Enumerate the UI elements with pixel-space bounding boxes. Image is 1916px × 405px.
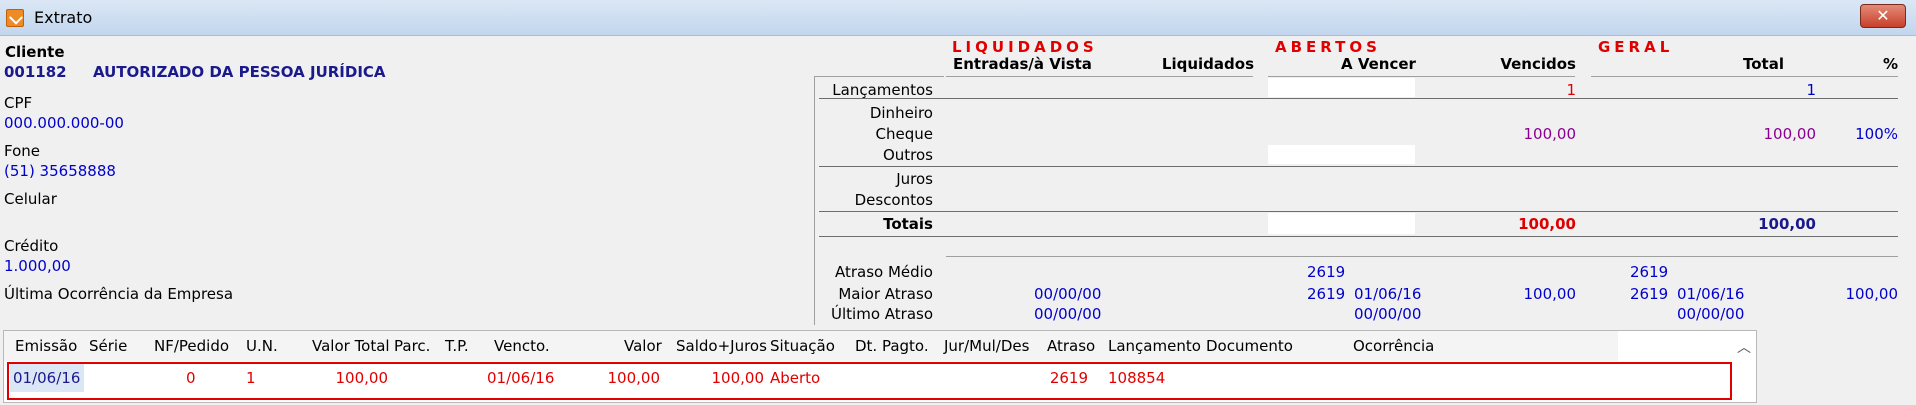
col-situacao[interactable]: Situação bbox=[770, 337, 835, 355]
credit-label: Crédito bbox=[4, 237, 59, 255]
client-label: Cliente bbox=[5, 43, 65, 61]
row-atraso-medio: Atraso Médio bbox=[834, 263, 933, 281]
rule-row-descontos bbox=[819, 211, 1898, 212]
statement-grid[interactable]: Emissão Série NF/Pedido U.N. Valor Total… bbox=[3, 330, 1757, 403]
cell-atraso[interactable]: 2619 bbox=[1044, 369, 1088, 387]
close-button[interactable]: ✕ bbox=[1860, 4, 1906, 28]
section-geral: GERAL bbox=[1598, 38, 1674, 56]
cpf-value: 000.000.000-00 bbox=[4, 114, 124, 132]
rule-ger-top bbox=[1591, 76, 1898, 77]
window-title: Extrato bbox=[34, 8, 93, 27]
header-a-vencer: A Vencer bbox=[1341, 55, 1416, 73]
table-row[interactable] bbox=[7, 362, 1732, 400]
header-pct: % bbox=[1882, 55, 1898, 73]
summary-top-border bbox=[814, 76, 944, 77]
row-cheque: Cheque bbox=[875, 125, 933, 143]
col-serie[interactable]: Série bbox=[89, 337, 127, 355]
scroll-up-arrow-icon[interactable]: ︿ bbox=[1737, 337, 1751, 357]
client-code: 001182 bbox=[4, 63, 67, 81]
section-liquidados: LIQUIDADOS bbox=[952, 38, 1098, 56]
app-icon bbox=[6, 9, 24, 27]
cell-un[interactable]: 1 bbox=[246, 369, 256, 387]
a-vencer-outros-field bbox=[1268, 145, 1415, 164]
rule-liq-top bbox=[946, 76, 1253, 77]
ger-atraso-medio: 2619 bbox=[1630, 263, 1669, 281]
a-vencer-totais-field bbox=[1268, 213, 1415, 234]
header-liquidados: Liquidados bbox=[1161, 55, 1254, 73]
client-name: AUTORIZADO DA PESSOA JURÍDICA bbox=[93, 63, 386, 81]
liq-maior-atraso: 00/00/00 bbox=[1034, 285, 1102, 303]
ger-maior-dias: 2619 bbox=[1630, 285, 1669, 303]
summary-left-border bbox=[814, 76, 815, 325]
row-descontos: Descontos bbox=[854, 191, 933, 209]
row-dinheiro: Dinheiro bbox=[869, 104, 933, 122]
col-valor[interactable]: Valor bbox=[624, 337, 662, 355]
ab-maior-data: 01/06/16 bbox=[1354, 285, 1422, 303]
cpf-label: CPF bbox=[4, 94, 33, 112]
window-titlebar: Extrato ✕ bbox=[0, 0, 1916, 36]
grid-header: Emissão Série NF/Pedido U.N. Valor Total… bbox=[4, 331, 1618, 361]
ab-ultimo-atraso: 00/00/00 bbox=[1354, 305, 1422, 323]
cell-situacao[interactable]: Aberto bbox=[770, 369, 820, 387]
section-abertos: ABERTOS bbox=[1275, 38, 1381, 56]
rule-ab-top bbox=[1268, 76, 1575, 77]
col-emissao[interactable]: Emissão bbox=[15, 337, 77, 355]
header-total: Total bbox=[1743, 55, 1784, 73]
phone-value: (51) 35658888 bbox=[4, 162, 116, 180]
cell-emissao[interactable]: 01/06/16 bbox=[10, 364, 84, 392]
col-saldo-juros[interactable]: Saldo+Juros bbox=[676, 337, 767, 355]
ger-ultimo-atraso: 00/00/00 bbox=[1677, 305, 1745, 323]
col-un[interactable]: U.N. bbox=[246, 337, 278, 355]
col-parc[interactable]: Parc. bbox=[394, 337, 430, 355]
cell-nf-pedido[interactable]: 0 bbox=[186, 369, 196, 387]
pct-cheque-value: 100% bbox=[1855, 125, 1898, 143]
row-maior-atraso: Maior Atraso bbox=[838, 285, 933, 303]
vencidos-totais-value: 100,00 bbox=[1518, 215, 1576, 233]
vencidos-lanc-value: 1 bbox=[1566, 81, 1576, 99]
ger-maior-valor: 100,00 bbox=[1845, 285, 1899, 303]
cell-valor-total[interactable]: 100,00 bbox=[304, 369, 389, 387]
rule-row-blank bbox=[946, 256, 1898, 257]
col-valor-total[interactable]: Valor Total bbox=[312, 337, 390, 355]
vencidos-cheque-value: 100,00 bbox=[1523, 125, 1577, 143]
ger-maior-data: 01/06/16 bbox=[1677, 285, 1745, 303]
col-vencto[interactable]: Vencto. bbox=[494, 337, 550, 355]
cell-valor[interactable]: 100,00 bbox=[584, 369, 661, 387]
credit-value: 1.000,00 bbox=[4, 257, 71, 275]
phone-label: Fone bbox=[4, 142, 41, 160]
row-juros: Juros bbox=[896, 170, 933, 188]
a-vencer-lanc-field bbox=[1268, 78, 1415, 97]
rule-row-outros bbox=[819, 166, 1898, 167]
total-totais-value: 100,00 bbox=[1758, 215, 1816, 233]
ab-maior-dias: 2619 bbox=[1307, 285, 1346, 303]
liq-ultimo-atraso: 00/00/00 bbox=[1034, 305, 1102, 323]
col-ocorrencia[interactable]: Ocorrência bbox=[1353, 337, 1434, 355]
col-jur-mul-des[interactable]: Jur/Mul/Des bbox=[944, 337, 1029, 355]
header-vencidos: Vencidos bbox=[1500, 55, 1576, 73]
ab-maior-valor: 100,00 bbox=[1523, 285, 1577, 303]
total-lanc-value: 1 bbox=[1806, 81, 1816, 99]
col-atraso[interactable]: Atraso bbox=[1047, 337, 1095, 355]
rule-row-totais bbox=[819, 236, 1898, 237]
last-event-label: Última Ocorrência da Empresa bbox=[4, 285, 234, 303]
row-ultimo-atraso: Último Atraso bbox=[831, 305, 933, 323]
row-outros: Outros bbox=[882, 146, 933, 164]
col-documento[interactable]: Documento bbox=[1206, 337, 1293, 355]
row-lancamentos: Lançamentos bbox=[832, 81, 933, 99]
cell-saldo-juros[interactable]: 100,00 bbox=[682, 369, 765, 387]
col-dt-pagto[interactable]: Dt. Pagto. bbox=[855, 337, 929, 355]
rule-row-lanc bbox=[819, 98, 1898, 99]
header-entradas: Entradas/à Vista bbox=[953, 55, 1092, 73]
cell-lancamento[interactable]: 108854 bbox=[1108, 369, 1165, 387]
col-tp[interactable]: T.P. bbox=[445, 337, 469, 355]
row-totais: Totais bbox=[883, 215, 933, 233]
mobile-label: Celular bbox=[4, 190, 57, 208]
col-nf-pedido[interactable]: NF/Pedido bbox=[154, 337, 229, 355]
cell-vencto[interactable]: 01/06/16 bbox=[487, 369, 554, 387]
col-lancamento[interactable]: Lançamento bbox=[1108, 337, 1201, 355]
ab-atraso-medio: 2619 bbox=[1307, 263, 1346, 281]
total-cheque-value: 100,00 bbox=[1763, 125, 1817, 143]
